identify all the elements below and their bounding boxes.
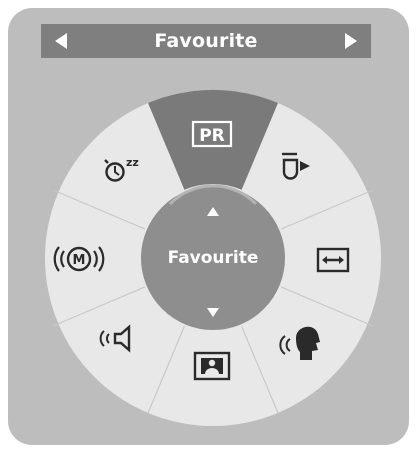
mono-stereo-label: M [73,253,86,268]
pr-label: PR [199,126,225,146]
sleep-timer-label: zz [126,156,139,169]
favourite-menu: Favourite PR M zz Favourite [0,0,417,453]
menu-wheel: PR M zz [45,89,381,426]
